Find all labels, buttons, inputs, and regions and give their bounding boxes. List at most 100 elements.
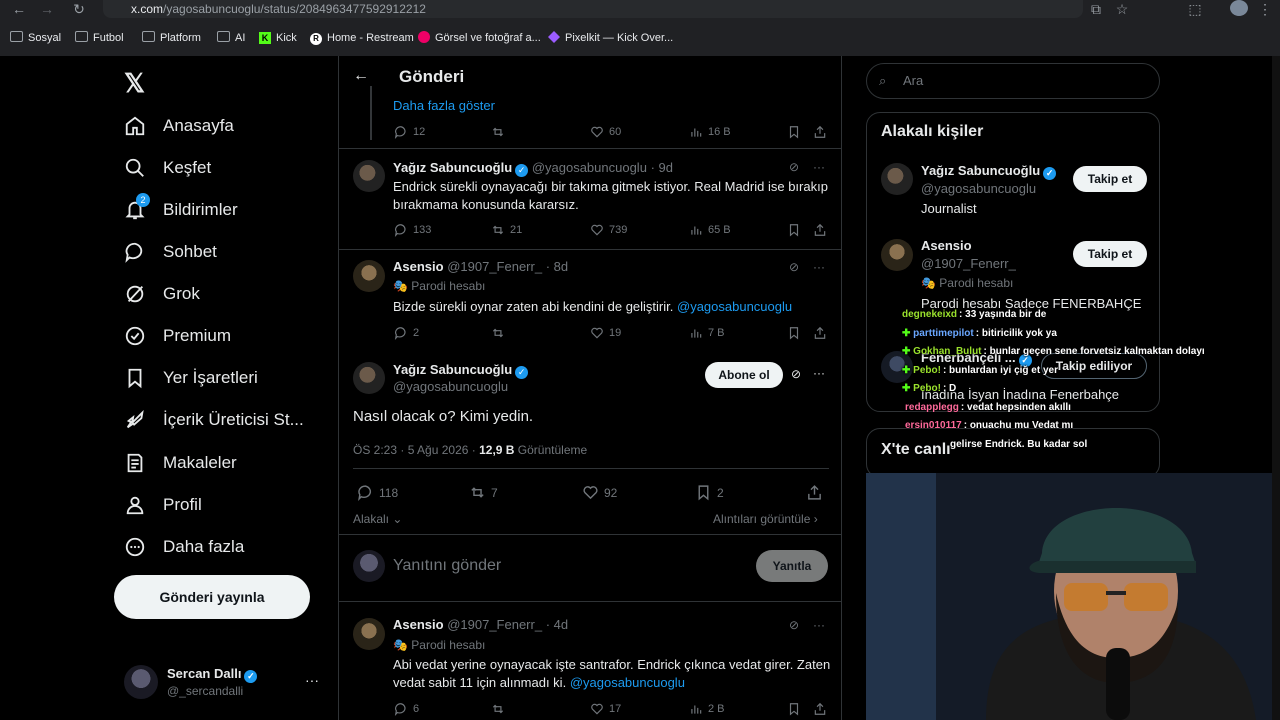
like-action[interactable]: 17 [590, 702, 621, 716]
sidebar-item-premium[interactable]: Premium [124, 321, 231, 351]
avatar[interactable] [353, 160, 385, 192]
more-options-icon[interactable]: ··· [813, 160, 825, 174]
chat-message: ✚ parttimepilot: bitiricilik yok ya [902, 328, 1057, 339]
sidebar-item-chat[interactable]: Sohbet [124, 237, 217, 267]
folder-icon [10, 31, 23, 42]
sidebar-item-home[interactable]: Anasayfa [124, 111, 234, 141]
reply-button[interactable]: Yanıtla [756, 550, 828, 582]
bookmark-kick[interactable]: K Kick [259, 27, 297, 49]
trends-title: X'te canlı [881, 441, 951, 458]
reply-action[interactable]: 6 [394, 702, 419, 716]
views-action[interactable]: 2 B [689, 702, 725, 716]
account-avatar[interactable] [124, 665, 158, 699]
retweet-action[interactable] [491, 125, 510, 139]
sidebar-item-articles[interactable]: Makaleler [124, 448, 237, 478]
scrollbar[interactable] [1272, 56, 1280, 720]
more-options-icon[interactable]: ··· [813, 618, 825, 632]
grok-icon[interactable]: ⊘ [791, 367, 801, 381]
forward-arrow-icon[interactable]: → [36, 0, 58, 18]
bookmark-action[interactable]: 2 [695, 484, 724, 501]
extensions-icon[interactable]: ⬚ [1184, 0, 1206, 18]
reply-action[interactable]: 12 [394, 125, 425, 139]
bookmark-sosyal[interactable]: Sosyal [10, 27, 61, 49]
address-bar[interactable]: x.com/yagosabuncuoglu/status/20849634775… [103, 0, 1083, 18]
avatar[interactable] [353, 260, 385, 292]
back-arrow-icon[interactable]: ← [8, 0, 30, 18]
reply-action[interactable]: 118 [357, 484, 398, 501]
sidebar-item-notifications[interactable]: Bildirimler 2 [124, 193, 238, 225]
post-button[interactable]: Gönderi yayınla [114, 575, 310, 619]
share-action[interactable] [813, 223, 832, 237]
avatar[interactable] [881, 163, 913, 195]
account-more-icon[interactable]: ··· [305, 672, 319, 688]
back-button[interactable]: ← [353, 67, 369, 85]
reload-icon[interactable]: ↻ [68, 0, 90, 18]
like-action[interactable]: 739 [590, 223, 627, 237]
like-action[interactable]: 19 [590, 326, 621, 340]
avatar[interactable] [353, 618, 385, 650]
sidebar-item-more[interactable]: Daha fazla [124, 532, 244, 562]
share-action[interactable] [813, 702, 832, 716]
follow-button[interactable]: Takip et [1073, 241, 1147, 267]
person-handle[interactable]: @yagosabuncuoglu [921, 181, 1036, 196]
view-quotes-link[interactable]: Alıntıları görüntüle › [713, 510, 818, 528]
x-logo-icon[interactable]: 𝕏 [124, 68, 145, 99]
chevron-right-icon: › [813, 512, 818, 526]
retweet-icon [471, 487, 484, 498]
bookmark-action[interactable] [787, 223, 806, 237]
retweet-action[interactable] [491, 326, 510, 340]
grok-icon[interactable]: ⊘ [789, 260, 799, 274]
grok-icon[interactable]: ⊘ [789, 618, 799, 632]
avatar[interactable] [353, 362, 385, 394]
profile-avatar-icon[interactable] [1230, 0, 1248, 16]
bookmark-futbol[interactable]: Futbol [75, 27, 124, 49]
bookmark-ai[interactable]: AI [217, 27, 245, 49]
views-action[interactable]: 7 B [689, 326, 725, 340]
sidebar-item-grok[interactable]: Grok [124, 279, 200, 309]
grok-icon[interactable]: ⊘ [789, 160, 799, 174]
share-action[interactable] [813, 326, 832, 340]
bookmark-action[interactable] [787, 125, 806, 139]
like-action[interactable]: 60 [590, 125, 621, 139]
avatar[interactable] [881, 239, 913, 271]
reply-action[interactable]: 133 [394, 223, 431, 237]
person-name[interactable]: Yağız Sabuncuoğlu ✓ [921, 163, 1057, 180]
search-input[interactable]: ⌕ Ara [866, 63, 1160, 99]
reply-input[interactable]: Yanıtını gönder [393, 557, 501, 575]
person-name[interactable]: Asensio [921, 238, 972, 253]
person-handle[interactable]: @1907_Fenerr_ [921, 256, 1016, 271]
bookmark-action[interactable] [787, 702, 806, 716]
account-name[interactable]: Sercan Dallı ✓ [167, 666, 258, 683]
bookmark-restream[interactable]: R Home - Restream [310, 27, 414, 49]
share-action[interactable] [813, 125, 832, 139]
main-tweet-author[interactable]: Yağız Sabuncuoğlu ✓ [393, 361, 529, 379]
like-action[interactable]: 92 [582, 484, 617, 501]
show-more-link[interactable]: Daha fazla göster [393, 97, 495, 115]
reply-action[interactable]: 2 [394, 326, 419, 340]
retweet-action[interactable]: 7 [469, 484, 498, 501]
main-tweet-handle[interactable]: @yagosabuncuoglu [393, 378, 508, 396]
views-action[interactable]: 65 B [689, 223, 731, 237]
more-options-icon[interactable]: ··· [813, 366, 825, 380]
bookmark-pixelkit[interactable]: Pixelkit — Kick Over... [548, 27, 673, 49]
sidebar-item-bookmarks[interactable]: Yer İşaretleri [124, 363, 258, 393]
tweet-text: Endrick sürekli oynayacağı bir takıma gi… [393, 179, 828, 212]
sidebar-item-explore[interactable]: Keşfet [124, 153, 211, 183]
follow-button[interactable]: Takip et [1073, 166, 1147, 192]
share-action[interactable] [806, 484, 828, 501]
retweet-action[interactable] [491, 702, 510, 716]
bookmark-gorsel[interactable]: Görsel ve fotoğraf a... [418, 27, 541, 49]
star-icon[interactable]: ☆ [1111, 0, 1133, 18]
sidebar-item-creator-studio[interactable]: İçerik Üreticisi St... [124, 405, 304, 435]
subscribe-button[interactable]: Abone ol [705, 362, 783, 388]
sort-dropdown[interactable]: Alakalı ⌄ [353, 510, 402, 528]
retweet-action[interactable]: 21 [491, 223, 522, 237]
bookmark-action[interactable] [787, 326, 806, 340]
more-options-icon[interactable]: ··· [813, 260, 825, 274]
bookmark-icon [789, 327, 799, 340]
views-action[interactable]: 16 B [689, 125, 731, 139]
menu-icon[interactable]: ⋮ [1254, 0, 1276, 18]
install-icon[interactable]: ⧉ [1085, 0, 1107, 18]
bookmark-platform[interactable]: Platform [142, 27, 201, 49]
sidebar-item-profile[interactable]: Profil [124, 490, 202, 520]
